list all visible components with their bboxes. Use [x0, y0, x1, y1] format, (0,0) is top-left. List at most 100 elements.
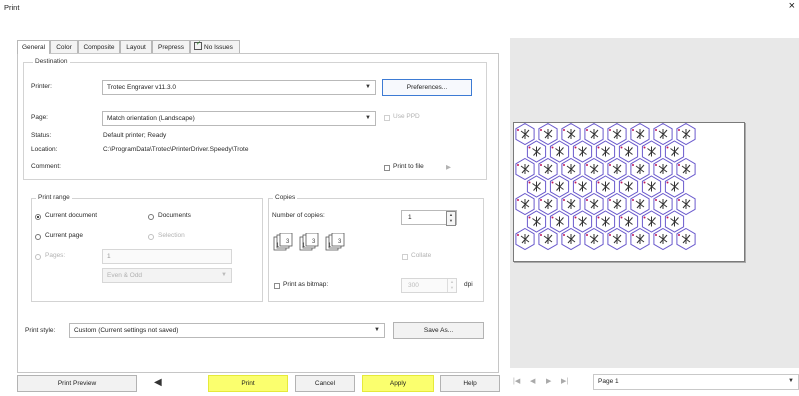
close-icon[interactable]: × — [789, 0, 795, 13]
page-label: Page: — [31, 114, 48, 121]
print-button[interactable]: Print — [208, 375, 288, 392]
hexagon-item — [595, 140, 616, 163]
number-of-copies-input[interactable]: 1 ▲ ▼ — [401, 210, 457, 226]
print-to-file-label: Print to file — [393, 163, 424, 170]
chevron-down-icon: ▼ — [365, 115, 371, 121]
window-title: Print — [4, 3, 20, 12]
hexagon-layout — [515, 122, 696, 251]
page-select[interactable]: Match orientation (Landscape) ▼ — [102, 111, 376, 126]
tab-composite[interactable]: Composite — [78, 40, 120, 53]
save-as-button[interactable]: Save As... — [393, 322, 484, 339]
hexagon-item — [664, 210, 685, 233]
chevron-down-icon: ▼ — [221, 272, 227, 278]
selection-radio[interactable] — [148, 234, 154, 240]
hexagon-item — [630, 157, 650, 181]
status-value: Default printer; Ready — [103, 132, 167, 139]
next-page-icon[interactable]: ▶ — [546, 377, 551, 385]
hexagon-item — [572, 175, 593, 198]
tab-layout[interactable]: Layout — [120, 40, 152, 53]
printer-select[interactable]: Trotec Engraver v11.3.0 ▼ — [102, 80, 376, 95]
pages-radio[interactable] — [35, 254, 41, 260]
tab-no-issues-label: No Issues — [204, 44, 233, 51]
print-preview-button[interactable]: Print Preview — [17, 375, 137, 392]
chevron-down-icon: ▼ — [374, 327, 380, 333]
use-ppd-checkbox[interactable] — [384, 115, 390, 121]
number-of-copies-value: 1 — [408, 214, 412, 221]
hexagon-item — [676, 192, 696, 216]
status-label: Status: — [31, 132, 52, 139]
previous-page-icon[interactable]: ◀ — [530, 377, 535, 385]
collate-label: Collate — [411, 252, 432, 259]
current-page-radio[interactable] — [35, 234, 41, 240]
current-document-label: Current document — [45, 212, 98, 219]
even-odd-select[interactable]: Even & Odd ▼ — [102, 268, 232, 283]
print-to-file-checkbox[interactable] — [384, 165, 390, 171]
hexagon-item — [538, 122, 558, 146]
hexagon-item — [607, 157, 627, 181]
hexagon-item — [653, 192, 673, 216]
hexagon-item — [595, 210, 616, 233]
last-page-icon[interactable]: ▶| — [561, 377, 568, 385]
print-style-value: Custom (Current settings not saved) — [74, 327, 179, 334]
hexagon-item — [561, 122, 581, 146]
hexagon-item — [641, 140, 662, 163]
page-select-value: Page 1 — [598, 378, 619, 385]
tab-general[interactable]: General — [17, 40, 50, 54]
page-value: Match orientation (Landscape) — [107, 115, 195, 122]
hexagon-item — [630, 122, 650, 146]
collapse-preview-icon[interactable]: ◀ — [154, 377, 162, 389]
hexagon-item — [676, 227, 696, 251]
cancel-button[interactable]: Cancel — [295, 375, 355, 392]
hexagon-item — [653, 227, 673, 251]
first-page-icon[interactable]: |◀ — [513, 377, 520, 385]
hexagon-item — [641, 210, 662, 233]
hexagon-item — [515, 227, 535, 251]
print-range-legend: Print range — [36, 194, 72, 201]
tab-color[interactable]: Color — [50, 40, 78, 53]
print-style-select[interactable]: Custom (Current settings not saved) ▼ — [69, 323, 385, 338]
hexagon-item — [526, 175, 547, 198]
tab-prepress[interactable]: Prepress — [152, 40, 190, 53]
hexagon-item — [607, 122, 627, 146]
chevron-down-icon: ▼ — [365, 84, 371, 90]
hexagon-item — [538, 157, 558, 181]
hexagon-item — [572, 140, 593, 163]
pages-input[interactable]: 1 — [102, 249, 232, 264]
printer-label: Printer: — [31, 83, 52, 90]
documents-radio[interactable] — [148, 214, 154, 220]
page-select-dropdown[interactable]: Page 1 ▼ — [593, 374, 799, 390]
hexagon-item — [538, 227, 558, 251]
collate-illustration-icon: 13 13 13 — [272, 232, 352, 251]
arrow-right-icon[interactable]: ▶ — [446, 163, 451, 171]
hexagon-item — [595, 175, 616, 198]
hexagon-item — [607, 192, 627, 216]
hexagon-item — [561, 192, 581, 216]
current-page-label: Current page — [45, 232, 83, 239]
hexagon-item — [515, 122, 535, 146]
collate-checkbox[interactable] — [402, 254, 408, 260]
hexagon-item — [618, 175, 639, 198]
print-style-label: Print style: — [25, 327, 56, 334]
hexagon-item — [618, 210, 639, 233]
print-as-bitmap-checkbox[interactable] — [274, 283, 280, 289]
dpi-input[interactable]: 300 ▲ ▼ — [401, 278, 457, 293]
hexagon-item — [607, 227, 627, 251]
issues-icon: ✓ — [194, 41, 202, 50]
current-document-radio[interactable] — [35, 214, 41, 220]
hexagon-item — [676, 157, 696, 181]
tab-no-issues[interactable]: ✓ No Issues — [190, 40, 240, 53]
preview-page — [513, 122, 745, 262]
comment-label: Comment: — [31, 163, 61, 170]
help-button[interactable]: Help — [440, 375, 500, 392]
dpi-spinner-icon[interactable]: ▲ ▼ — [447, 279, 456, 292]
dpi-value: 300 — [408, 282, 419, 289]
hexagon-item — [618, 140, 639, 163]
hexagon-item — [676, 122, 696, 146]
hexagon-item — [584, 192, 604, 216]
printer-value: Trotec Engraver v11.3.0 — [107, 84, 177, 91]
copies-spinner-icon[interactable]: ▲ ▼ — [446, 211, 456, 226]
apply-button[interactable]: Apply — [362, 375, 434, 392]
location-label: Location: — [31, 146, 58, 153]
hexagon-item — [515, 157, 535, 181]
preferences-button[interactable]: Preferences... — [382, 79, 472, 96]
